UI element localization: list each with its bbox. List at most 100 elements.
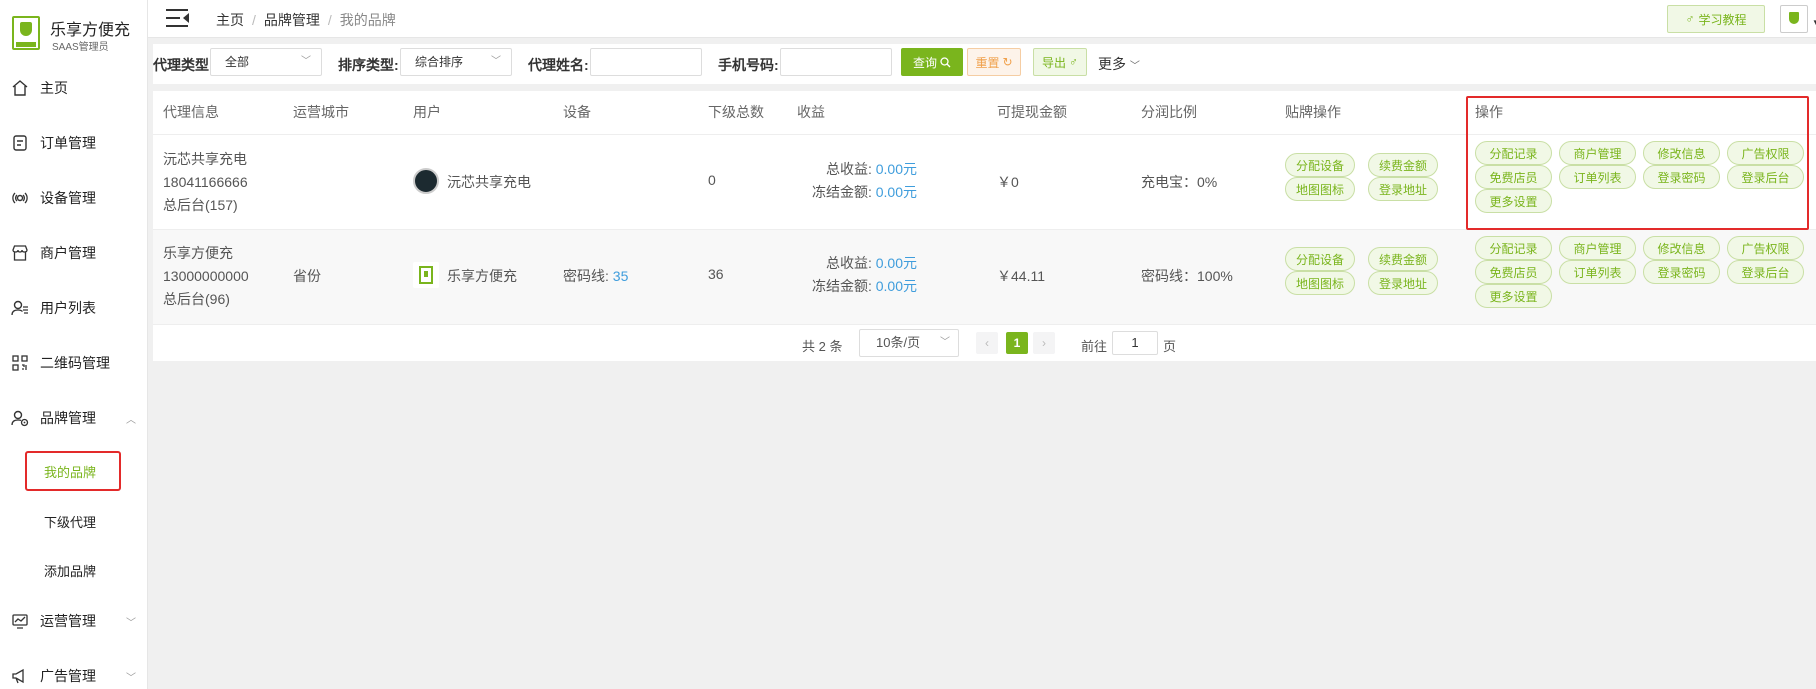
edit-info-button[interactable]: 修改信息 (1643, 236, 1720, 260)
sidebar-item-brand[interactable]: 品牌管理 ︿ (0, 398, 148, 438)
home-icon (12, 80, 28, 96)
next-page-button[interactable]: › (1033, 332, 1055, 354)
operation-icon (12, 614, 28, 629)
table-row: 乐享方便充 13000000000 总后台(96) 省份 乐享方便充 密码线: … (153, 230, 1816, 324)
column-header: 可提现金额 (997, 104, 1067, 120)
users-icon (11, 300, 28, 316)
map-icon-button[interactable]: 地图图标 (1285, 177, 1355, 201)
sidebar-item-devices[interactable]: 设备管理 (0, 178, 148, 218)
sidebar-item-orders[interactable]: 订单管理 (0, 123, 148, 163)
login-password-button[interactable]: 登录密码 (1643, 260, 1720, 284)
column-header: 运营城市 (293, 104, 349, 120)
filter-bar: 代理类型: 全部 ﹀ 排序类型: 综合排序 ﹀ 代理姓名: 手机号码: 查询 重… (153, 44, 1816, 84)
menu-toggle-icon[interactable] (166, 8, 190, 28)
page-size-select[interactable]: 10条/页 ﹀ (859, 329, 959, 357)
learn-tutorial-button[interactable]: ♂ 学习教程 (1667, 5, 1765, 33)
chevron-down-icon: ﹀ (301, 56, 311, 67)
sort-type-select[interactable]: 综合排序 ﹀ (400, 48, 512, 76)
column-header: 分润比例 (1141, 104, 1197, 120)
sidebar-item-home[interactable]: 主页 (0, 68, 148, 108)
app-logo[interactable]: 乐享方便充 SAAS管理员 (12, 14, 148, 54)
phone-label: 手机号码: (718, 57, 779, 73)
agent-name-label: 代理姓名: (528, 57, 589, 73)
agent-type-label: 代理类型: (153, 57, 214, 73)
brand-icon (11, 410, 29, 427)
highlight-box-operations (1466, 96, 1809, 230)
sidebar-item-qrcode[interactable]: 二维码管理 (0, 343, 148, 383)
login-backend-button[interactable]: 登录后台 (1727, 260, 1804, 284)
export-button[interactable]: 导出 ♂ (1033, 48, 1087, 76)
user-avatar (413, 168, 439, 194)
merchant-manage-button[interactable]: 商户管理 (1559, 236, 1636, 260)
share-ratio: 密码线：100% (1141, 268, 1233, 284)
sidebar-subitem-add-brand[interactable]: 添加品牌 (0, 552, 148, 588)
prev-page-button[interactable]: ‹ (976, 332, 998, 354)
income: 总收益: 0.00元 冻结金额: 0.00元 (811, 161, 917, 200)
renewal-amount-button[interactable]: 续费金额 (1368, 247, 1438, 271)
order-list-button[interactable]: 订单列表 (1559, 260, 1636, 284)
qrcode-icon (12, 355, 28, 371)
sidebar-item-merchants[interactable]: 商户管理 (0, 233, 148, 273)
chevron-left-icon: ‹ (985, 336, 989, 350)
login-address-button[interactable]: 登录地址 (1368, 177, 1438, 201)
chevron-down-icon: ﹀ (940, 337, 950, 348)
agent-info: 沅芯共享充电 18041166666 总后台(157) (163, 151, 248, 213)
query-button[interactable]: 查询 (901, 48, 963, 76)
device-icon (12, 192, 28, 204)
male-symbol-icon: ♂ (1685, 12, 1695, 26)
sidebar-item-ads[interactable]: 广告管理 ﹀ (0, 656, 148, 689)
sidebar-item-users[interactable]: 用户列表 (0, 288, 148, 328)
total-income-link[interactable]: 0.00元 (876, 161, 917, 177)
page-suffix: 页 (1163, 339, 1177, 354)
free-clerk-button[interactable]: 免费店员 (1475, 260, 1552, 284)
goto-page-input[interactable]: 1 (1112, 331, 1158, 355)
agent-name-input[interactable] (590, 48, 702, 76)
shop-icon (12, 245, 28, 261)
sidebar-item-operation[interactable]: 运营管理 ﹀ (0, 601, 148, 641)
device-count-link[interactable]: 35 (613, 268, 629, 284)
sub-total: 0 (708, 172, 716, 188)
more-settings-button[interactable]: 更多设置 (1475, 284, 1552, 308)
share-ratio: 充电宝：0% (1141, 174, 1218, 190)
phone-input[interactable] (780, 48, 892, 76)
reset-button[interactable]: 重置 ↻ (967, 48, 1021, 76)
column-header: 贴牌操作 (1285, 104, 1341, 120)
device: 密码线: 35 (563, 268, 629, 284)
assign-device-button[interactable]: 分配设备 (1285, 247, 1355, 271)
sidebar-subitem-sub-agent[interactable]: 下级代理 (0, 503, 148, 539)
frozen-amount-link[interactable]: 0.00元 (876, 278, 917, 294)
caret-down-icon[interactable]: ▼ (1812, 18, 1816, 27)
chevron-down-icon: ﹀ (126, 617, 136, 629)
breadcrumb-brand[interactable]: 品牌管理 (264, 12, 320, 28)
frozen-amount-link[interactable]: 0.00元 (876, 184, 917, 200)
top-header: 主页 / 品牌管理 / 我的品牌 ♂ 学习教程 ▼ (148, 0, 1816, 38)
income: 总收益: 0.00元 冻结金额: 0.00元 (811, 255, 917, 294)
chevron-up-icon: ︿ (126, 414, 136, 426)
total-income-link[interactable]: 0.00元 (876, 255, 917, 271)
breadcrumb: 主页 / 品牌管理 / 我的品牌 (216, 12, 396, 28)
avatar[interactable] (1780, 5, 1808, 33)
login-address-button[interactable]: 登录地址 (1368, 271, 1438, 295)
goto-label: 前往 (1081, 339, 1108, 354)
breadcrumb-home[interactable]: 主页 (216, 12, 244, 28)
renewal-amount-button[interactable]: 续费金额 (1368, 153, 1438, 177)
user-name: 沅芯共享充电 (447, 174, 531, 190)
user-avatar (413, 262, 439, 288)
withdrawable: ￥44.11 (997, 268, 1045, 284)
withdrawable: ￥0 (997, 174, 1019, 190)
order-icon (13, 135, 27, 151)
more-filters-toggle[interactable]: 更多 ﹀ (1098, 54, 1140, 74)
ad-permission-button[interactable]: 广告权限 (1727, 236, 1804, 260)
city: 省份 (293, 268, 321, 284)
assign-device-button[interactable]: 分配设备 (1285, 153, 1355, 177)
ad-icon (12, 668, 24, 684)
highlight-box-my-brand (25, 451, 121, 491)
column-header: 收益 (797, 104, 825, 120)
page-number-current[interactable]: 1 (1006, 332, 1028, 354)
column-header: 用户 (413, 104, 441, 120)
column-header: 代理信息 (163, 104, 219, 120)
assign-record-button[interactable]: 分配记录 (1475, 236, 1552, 260)
agent-type-select[interactable]: 全部 ﹀ (210, 48, 322, 76)
refresh-icon: ↻ (1002, 55, 1013, 69)
map-icon-button[interactable]: 地图图标 (1285, 271, 1355, 295)
